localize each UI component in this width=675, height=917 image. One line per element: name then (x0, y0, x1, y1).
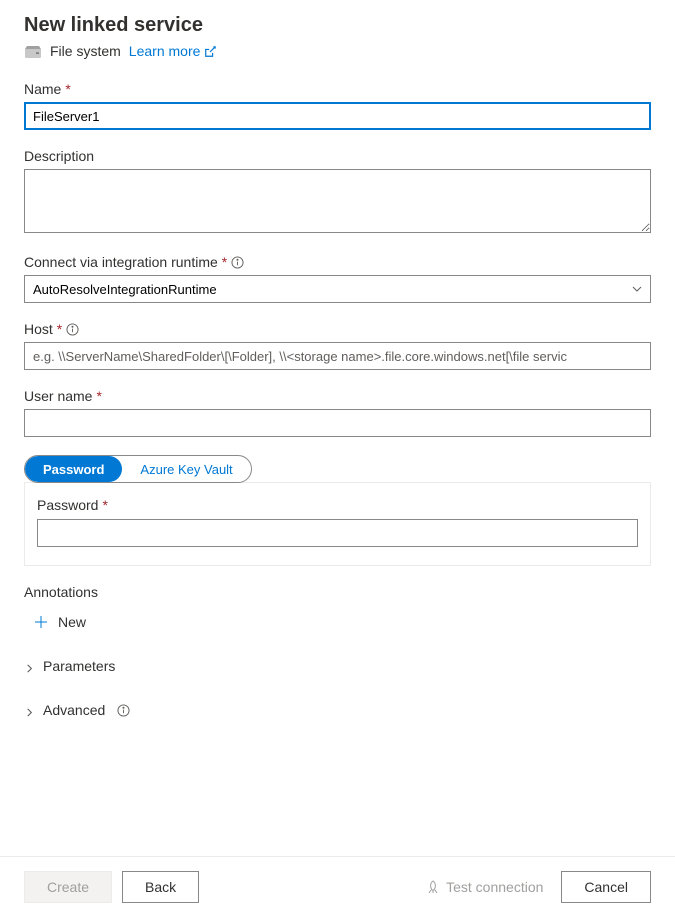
host-input[interactable] (24, 342, 651, 370)
create-button: Create (24, 871, 112, 903)
info-icon[interactable] (231, 256, 244, 269)
page-title: New linked service (24, 14, 651, 37)
tab-keyvault[interactable]: Azure Key Vault (122, 456, 250, 482)
chevron-right-icon (24, 705, 35, 716)
username-label: User name* (24, 388, 651, 404)
tab-password[interactable]: Password (25, 456, 122, 482)
back-button[interactable]: Back (122, 871, 199, 903)
subtitle-row: File system Learn more (24, 43, 651, 59)
subtitle-text: File system (50, 43, 121, 59)
annotations-label: Annotations (24, 584, 651, 600)
credential-box: Password* (24, 482, 651, 566)
cancel-button[interactable]: Cancel (561, 871, 651, 903)
new-annotation-button[interactable]: New (24, 610, 86, 634)
external-link-icon (204, 45, 216, 57)
name-label: Name* (24, 81, 651, 97)
description-label: Description (24, 148, 651, 164)
info-icon[interactable] (117, 704, 130, 717)
chevron-right-icon (24, 661, 35, 672)
runtime-label: Connect via integration runtime* (24, 254, 651, 270)
password-input[interactable] (37, 519, 638, 547)
rocket-icon (426, 880, 440, 894)
plus-icon (34, 615, 48, 629)
name-input[interactable] (24, 102, 651, 130)
runtime-select[interactable]: AutoResolveIntegrationRuntime (24, 275, 651, 303)
learn-more-link[interactable]: Learn more (129, 43, 217, 59)
parameters-expander[interactable]: Parameters (24, 654, 115, 678)
footer: Create Back Test connection Cancel (0, 856, 675, 917)
advanced-expander[interactable]: Advanced (24, 698, 130, 722)
description-textarea[interactable] (24, 169, 651, 233)
disk-icon (24, 45, 42, 57)
username-input[interactable] (24, 409, 651, 437)
credential-tabs: Password Azure Key Vault (24, 455, 252, 483)
password-label: Password* (37, 497, 638, 513)
host-label: Host* (24, 321, 651, 337)
test-connection-button: Test connection (418, 879, 551, 895)
info-icon[interactable] (66, 323, 79, 336)
